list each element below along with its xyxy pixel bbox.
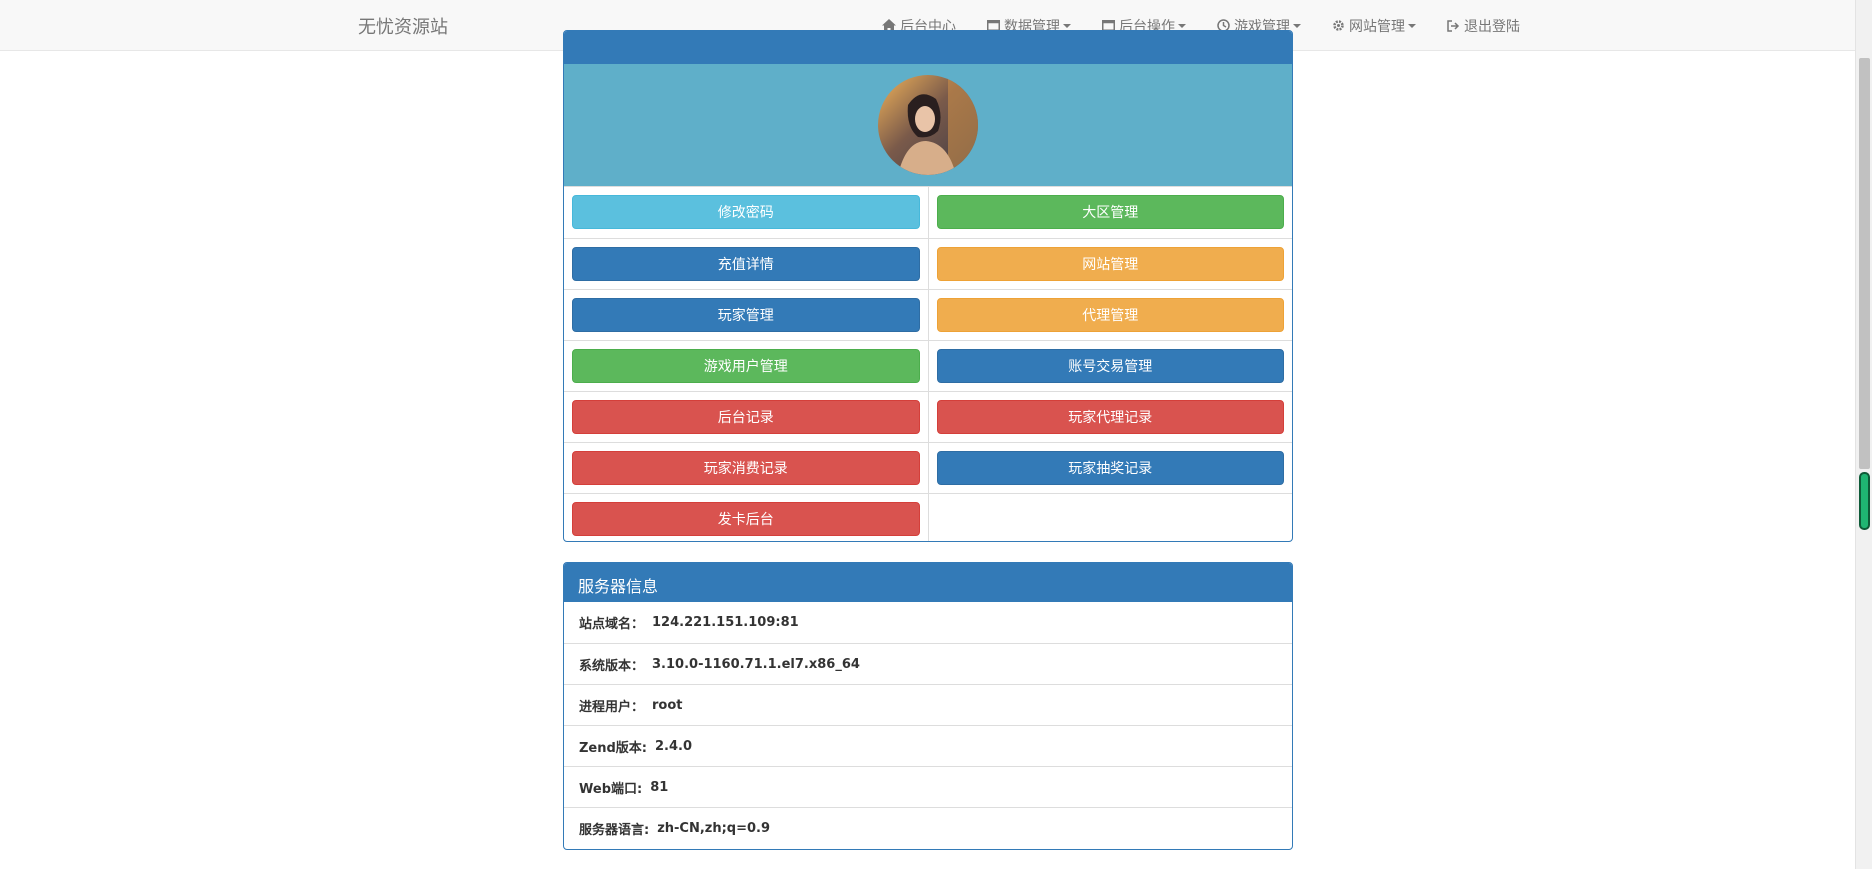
caret-down-icon xyxy=(1178,23,1186,28)
game-user-management-button[interactable]: 游戏用户管理 xyxy=(572,348,920,383)
info-row-web-port: Web端口: 81 xyxy=(564,766,1292,807)
player-agent-log-button[interactable]: 玩家代理记录 xyxy=(936,399,1284,434)
avatar-banner xyxy=(564,64,1292,187)
caret-down-icon xyxy=(1063,23,1071,28)
info-row-site-domain: 站点域名： 124.221.151.109:81 xyxy=(564,602,1292,643)
page-scrollbar[interactable] xyxy=(1855,0,1872,869)
info-label: 系统版本： xyxy=(579,658,645,674)
info-label: 进程用户： xyxy=(579,699,645,715)
scroll-position-indicator[interactable] xyxy=(1859,472,1870,530)
info-row-process-user: 进程用户： root xyxy=(564,684,1292,725)
admin-panel-heading xyxy=(564,31,1292,64)
player-lottery-log-button[interactable]: 玩家抽奖记录 xyxy=(936,450,1284,485)
avatar[interactable] xyxy=(878,75,978,175)
nav-item-label: 退出登陆 xyxy=(1464,18,1520,35)
info-value: 124.221.151.109:81 xyxy=(652,615,799,630)
server-info-panel: 服务器信息 站点域名： 124.221.151.109:81 系统版本： 3.1… xyxy=(563,562,1293,850)
player-consumption-log-button[interactable]: 玩家消费记录 xyxy=(572,450,920,485)
caret-down-icon xyxy=(1408,23,1416,28)
admin-panel: 修改密码 大区管理 充值详情 网站管理 玩家管理 代理管理 游戏用户管理 账号交… xyxy=(563,30,1293,542)
info-label: 服务器语言: xyxy=(579,822,650,838)
nav-item-site-management[interactable]: 网站管理 xyxy=(1316,0,1431,51)
info-label: Zend版本: xyxy=(579,740,648,756)
change-password-button[interactable]: 修改密码 xyxy=(572,195,920,230)
server-info-list: 站点域名： 124.221.151.109:81 系统版本： 3.10.0-11… xyxy=(564,602,1292,848)
card-issuing-backend-button[interactable]: 发卡后台 xyxy=(572,501,920,536)
info-label: Web端口: xyxy=(579,781,643,797)
scrollbar-thumb[interactable] xyxy=(1859,58,1870,469)
info-value: zh-CN,zh;q=0.9 xyxy=(657,820,771,836)
nav-item-logout[interactable]: 退出登陆 xyxy=(1431,0,1535,51)
backend-log-button[interactable]: 后台记录 xyxy=(572,399,920,434)
admin-button-grid: 修改密码 大区管理 充值详情 网站管理 玩家管理 代理管理 游戏用户管理 账号交… xyxy=(564,187,1292,541)
caret-down-icon xyxy=(1293,23,1301,28)
nav-item-label: 网站管理 xyxy=(1349,18,1405,35)
site-brand[interactable]: 无忧资源站 xyxy=(358,13,448,39)
recharge-details-button[interactable]: 充值详情 xyxy=(572,246,920,281)
gear-icon xyxy=(1331,19,1345,33)
server-info-title: 服务器信息 xyxy=(564,563,1292,602)
account-trade-management-button[interactable]: 账号交易管理 xyxy=(936,348,1284,383)
info-value: 81 xyxy=(650,779,669,795)
info-value: 3.10.0-1160.71.1.el7.x86_64 xyxy=(652,656,860,672)
player-management-button[interactable]: 玩家管理 xyxy=(572,297,920,332)
site-management-button[interactable]: 网站管理 xyxy=(936,246,1284,281)
logout-icon xyxy=(1446,19,1460,33)
empty-cell xyxy=(927,492,1292,541)
info-value: 2.4.0 xyxy=(655,738,693,754)
info-row-server-language: 服务器语言: zh-CN,zh;q=0.9 xyxy=(564,807,1292,848)
info-row-zend-version: Zend版本: 2.4.0 xyxy=(564,725,1292,766)
info-value: root xyxy=(652,697,683,713)
info-label: 站点域名： xyxy=(579,617,645,632)
agent-management-button[interactable]: 代理管理 xyxy=(936,297,1284,332)
region-management-button[interactable]: 大区管理 xyxy=(936,195,1284,230)
info-row-system-version: 系统版本： 3.10.0-1160.71.1.el7.x86_64 xyxy=(564,643,1292,684)
